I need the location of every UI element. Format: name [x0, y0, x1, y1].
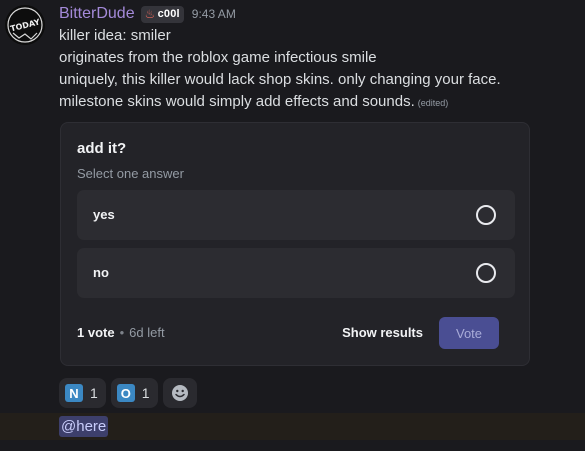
radio-circle-icon[interactable] — [476, 263, 496, 283]
add-reaction-button[interactable] — [162, 378, 197, 408]
message-line: killer idea: smiler — [59, 27, 171, 44]
reaction-count: 1 — [90, 385, 98, 401]
poll-answer-no[interactable]: no — [77, 248, 515, 298]
timestamp: 9:43 AM — [191, 7, 236, 21]
flame-icon: ♨ — [144, 7, 156, 21]
poll-question: add it? — [77, 140, 127, 157]
message-line-text: milestone skins would simply add effects… — [59, 93, 415, 110]
reaction-count: 1 — [141, 385, 150, 401]
avatar[interactable]: TODAY — [5, 5, 45, 45]
poll-answer-label: yes — [93, 207, 115, 222]
mention-message-row: @here — [0, 413, 585, 440]
edited-indicator: (edited) — [417, 98, 449, 108]
letter-o-emoji-icon: O — [116, 384, 135, 402]
guild-tag-label: c00l — [157, 8, 180, 20]
poll-answer-yes[interactable]: yes — [77, 190, 515, 240]
reaction-n[interactable]: N 1 — [59, 378, 106, 408]
message-line: milestone skins would simply add effects… — [59, 91, 579, 114]
message-header: BitterDude ♨ c00l 9:43 AM — [59, 4, 236, 24]
radio-circle-icon[interactable] — [476, 205, 496, 225]
message-line: originates from the roblox game infectio… — [59, 49, 377, 66]
show-results-button[interactable]: Show results — [342, 325, 423, 340]
reaction-o[interactable]: O 1 — [110, 378, 158, 408]
vote-button[interactable]: Vote — [439, 317, 499, 349]
vote-count: 1 vote — [77, 325, 115, 340]
poll-answer-label: no — [93, 265, 109, 280]
poll-footer: 1 vote • 6d left Show results Vote — [77, 317, 515, 349]
guild-tag[interactable]: ♨ c00l — [140, 5, 184, 23]
poll-subtitle: Select one answer — [77, 166, 184, 181]
time-left: 6d left — [129, 325, 165, 340]
avatar-logo: TODAY — [5, 5, 45, 45]
here-mention[interactable]: @here — [59, 416, 109, 437]
separator-dot: • — [119, 325, 125, 340]
poll-card: add it? Select one answer yes no 1 vote •… — [60, 122, 530, 366]
smiley-icon — [171, 385, 188, 401]
username[interactable]: BitterDude — [59, 5, 135, 23]
reactions-bar: N 1 O 1 — [59, 378, 197, 408]
poll-stats: 1 vote • 6d left — [77, 325, 165, 340]
message-body: killer idea: smiler originates from the … — [59, 25, 579, 114]
message-line: uniquely, this killer would lack shop sk… — [59, 71, 501, 88]
letter-n-emoji-icon: N — [65, 384, 83, 402]
